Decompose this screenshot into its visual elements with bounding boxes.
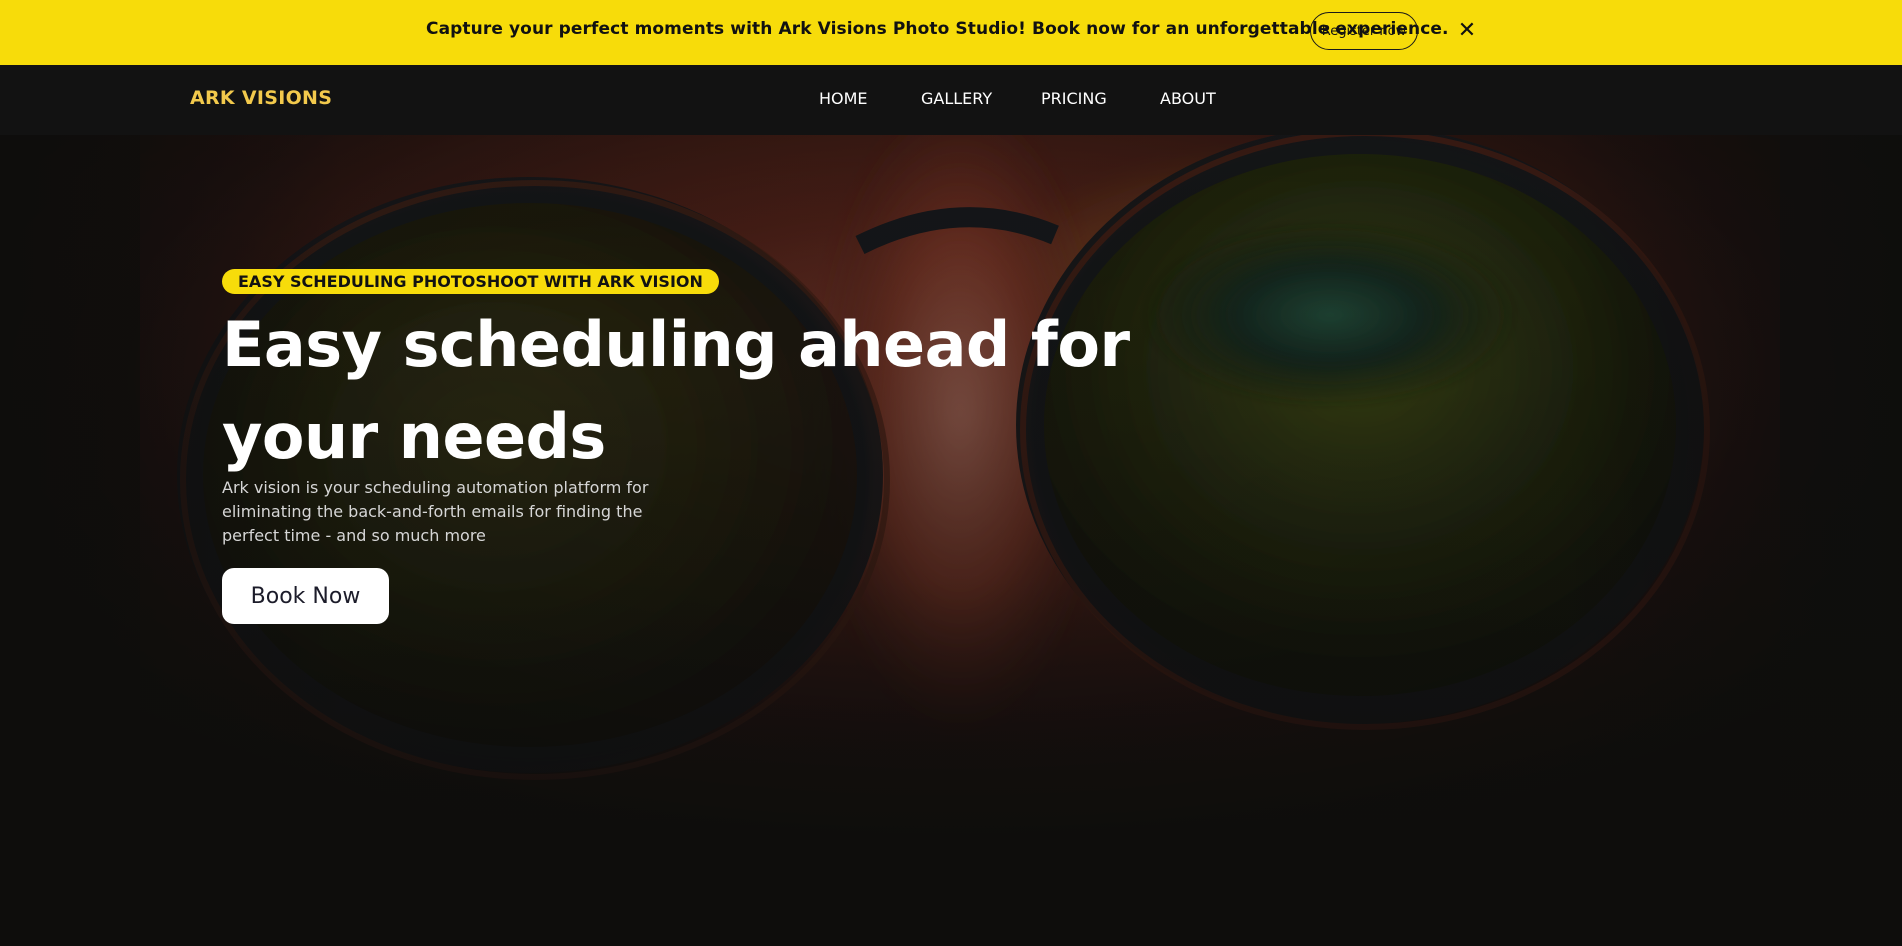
nav-item-home[interactable]: HOME — [819, 89, 868, 108]
announcement-text: Capture your perfect moments with Ark Vi… — [426, 19, 1449, 39]
hero-description: Ark vision is your scheduling automation… — [222, 478, 649, 545]
hero-title: Easy scheduling ahead for your needs — [222, 308, 1130, 473]
logo[interactable]: ARK VISIONS — [190, 87, 332, 109]
book-now-button[interactable]: Book Now — [222, 568, 389, 624]
hero-tag-text: EASY SCHEDULING PHOTOSHOOT WITH ARK VISI… — [238, 272, 703, 291]
close-icon[interactable]: ✕ — [1457, 15, 1477, 45]
hero-section: EASY SCHEDULING PHOTOSHOOT WITH ARK VISI… — [0, 135, 1902, 946]
nav-item-gallery[interactable]: GALLERY — [921, 89, 992, 108]
nav-item-pricing[interactable]: PRICING — [1041, 89, 1107, 108]
announcement-bar: Capture your perfect moments with Ark Vi… — [0, 0, 1902, 65]
nav-item-about[interactable]: ABOUT — [1160, 89, 1216, 108]
hero-tag-badge: EASY SCHEDULING PHOTOSHOOT WITH ARK VISI… — [222, 269, 719, 294]
register-now-button[interactable]: Register now — [1310, 12, 1418, 50]
navbar: ARK VISIONS HOME GALLERY PRICING ABOUT — [0, 65, 1902, 135]
